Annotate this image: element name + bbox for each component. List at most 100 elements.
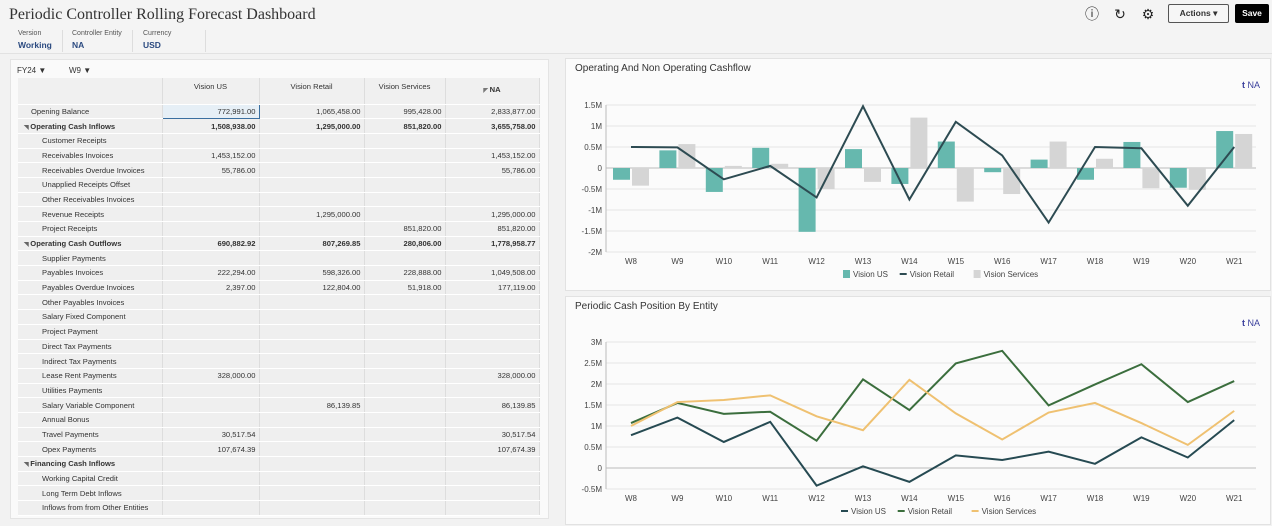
data-cell[interactable] [364, 397, 446, 413]
row-label[interactable]: ◥ Operating Cash Inflows [18, 118, 163, 134]
data-cell[interactable] [259, 500, 365, 516]
column-header[interactable]: Vision US [162, 78, 260, 105]
data-cell[interactable]: 328,000.00 [445, 368, 540, 384]
data-cell[interactable] [162, 383, 260, 399]
data-cell[interactable] [364, 456, 446, 472]
data-cell[interactable]: 177,119.00 [445, 280, 540, 296]
data-cell[interactable]: 2,397.00 [162, 280, 260, 296]
data-cell[interactable]: 51,918.00 [364, 280, 446, 296]
data-cell[interactable] [364, 471, 446, 487]
row-label[interactable]: ◥ Financing Cash Inflows [18, 456, 163, 472]
data-cell[interactable] [445, 250, 540, 267]
actions-button[interactable]: Actions ▾ [1168, 4, 1229, 23]
year-dropdown[interactable]: FY24 ▼ [17, 66, 46, 75]
week-dropdown[interactable]: W9 ▼ [69, 66, 91, 75]
data-cell[interactable] [259, 162, 365, 178]
data-cell[interactable] [445, 192, 540, 208]
data-cell[interactable] [259, 456, 365, 472]
data-cell[interactable]: 807,269.85 [259, 236, 365, 252]
data-cell[interactable] [364, 427, 446, 443]
data-cell[interactable] [259, 309, 365, 325]
data-cell[interactable]: 122,804.00 [259, 280, 365, 296]
data-cell[interactable] [364, 294, 446, 311]
data-cell[interactable] [445, 485, 540, 502]
data-cell[interactable]: 2,833,877.00 [445, 104, 540, 120]
data-cell[interactable]: 1,295,000.00 [445, 206, 540, 222]
data-cell[interactable] [259, 294, 365, 311]
data-cell[interactable] [364, 383, 446, 399]
data-cell[interactable]: 55,786.00 [445, 162, 540, 178]
data-cell[interactable] [259, 441, 365, 457]
pov-version[interactable]: Version Working [18, 30, 63, 52]
data-cell[interactable] [364, 368, 446, 384]
data-cell[interactable] [445, 324, 540, 340]
data-cell[interactable]: 1,453,152.00 [445, 148, 540, 164]
data-cell[interactable] [445, 471, 540, 487]
data-cell[interactable] [364, 133, 446, 149]
data-cell[interactable]: 1,295,000.00 [259, 118, 365, 134]
data-cell[interactable]: 851,820.00 [445, 221, 540, 237]
column-header[interactable]: Vision Services [364, 78, 446, 105]
data-cell[interactable] [364, 324, 446, 340]
data-cell[interactable]: 1,778,958.77 [445, 236, 540, 252]
data-cell[interactable]: 1,508,938.00 [162, 118, 260, 134]
data-cell[interactable] [259, 471, 365, 487]
data-cell[interactable] [162, 353, 260, 369]
data-cell[interactable] [445, 456, 540, 472]
data-cell[interactable] [364, 353, 446, 369]
data-cell[interactable] [162, 309, 260, 325]
data-cell[interactable] [364, 485, 446, 502]
data-cell[interactable] [259, 250, 365, 267]
data-cell[interactable]: 851,820.00 [364, 118, 446, 134]
data-cell[interactable] [364, 192, 446, 208]
data-cell[interactable] [259, 353, 365, 369]
data-cell[interactable] [445, 353, 540, 369]
data-cell[interactable] [364, 339, 446, 355]
data-cell[interactable] [259, 383, 365, 399]
data-cell[interactable] [445, 177, 540, 193]
data-cell[interactable] [364, 250, 446, 267]
data-cell[interactable] [259, 427, 365, 443]
data-cell[interactable] [259, 221, 365, 237]
data-cell[interactable] [259, 148, 365, 164]
data-cell[interactable] [162, 397, 260, 413]
gear-icon[interactable]: ⚙ [1140, 6, 1156, 22]
data-cell[interactable]: 1,453,152.00 [162, 148, 260, 164]
data-cell[interactable]: 1,049,508.00 [445, 265, 540, 281]
data-cell[interactable] [162, 250, 260, 267]
data-cell[interactable]: 328,000.00 [162, 368, 260, 384]
data-cell[interactable]: 86,139.85 [259, 397, 365, 413]
save-button[interactable]: Save [1235, 4, 1269, 23]
data-cell[interactable] [259, 324, 365, 340]
data-cell[interactable]: 851,820.00 [364, 221, 446, 237]
data-cell[interactable] [364, 206, 446, 222]
data-cell[interactable] [364, 500, 446, 516]
data-cell[interactable] [259, 485, 365, 502]
data-cell[interactable] [162, 471, 260, 487]
data-cell[interactable] [445, 133, 540, 149]
data-cell[interactable]: 30,517.54 [445, 427, 540, 443]
data-cell[interactable]: 598,326.00 [259, 265, 365, 281]
pov-currency[interactable]: Currency USD [143, 30, 207, 52]
data-cell[interactable] [162, 339, 260, 355]
row-label[interactable]: ◥ Operating Cash Outflows [18, 236, 163, 252]
data-cell[interactable]: 86,139.85 [445, 397, 540, 413]
data-cell[interactable]: 995,428.00 [364, 104, 446, 120]
data-cell[interactable] [162, 177, 260, 193]
data-cell[interactable] [364, 441, 446, 457]
data-cell[interactable] [259, 339, 365, 355]
data-cell[interactable] [162, 500, 260, 516]
data-cell[interactable]: 222,294.00 [162, 265, 260, 281]
data-cell[interactable] [445, 339, 540, 355]
data-cell[interactable] [259, 192, 365, 208]
data-cell[interactable]: 3,655,758.00 [445, 118, 540, 134]
data-cell[interactable] [162, 412, 260, 428]
data-cell[interactable] [259, 133, 365, 149]
data-cell[interactable] [162, 324, 260, 340]
data-cell[interactable]: 772,991.00 [161, 103, 260, 120]
data-cell[interactable] [364, 309, 446, 325]
data-cell[interactable] [364, 412, 446, 428]
data-cell[interactable] [162, 485, 260, 502]
data-cell[interactable] [162, 133, 260, 149]
data-cell[interactable] [259, 412, 365, 428]
